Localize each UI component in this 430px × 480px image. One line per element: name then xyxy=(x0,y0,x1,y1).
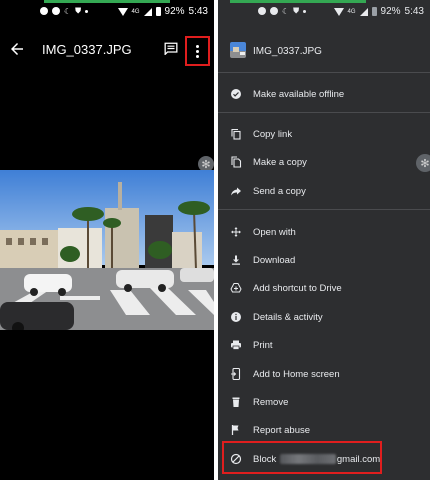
menu-item-send-a-copy[interactable]: Send a copy xyxy=(218,180,430,202)
menu-file-title: IMG_0337.JPG xyxy=(253,46,322,57)
menu-item-label: Open with xyxy=(253,226,296,238)
status-bar: ☾ ⛊ 4G 92% 5:43 xyxy=(0,0,214,20)
wifi-icon xyxy=(333,7,344,16)
menu-item-copy-link[interactable]: Copy link xyxy=(218,123,430,145)
menu-item-label: Add to Home screen xyxy=(253,368,340,380)
photo-viewer-screen: ☾ ⛊ 4G 92% 5:43 IMG_0337.JPG ✻ xyxy=(0,0,214,480)
menu-item-add-shortcut-to-drive[interactable]: Add shortcut to Drive xyxy=(218,277,430,299)
signal-icon xyxy=(359,7,368,16)
signal-icon xyxy=(143,7,152,16)
battery-icon xyxy=(155,7,161,16)
add-shortcut-icon xyxy=(230,283,242,293)
viewer-toolbar: IMG_0337.JPG xyxy=(0,36,214,66)
clock: 5:43 xyxy=(188,6,208,17)
battery-icon xyxy=(371,7,377,16)
menu-item-label: Make a copy xyxy=(253,156,307,168)
clock: 5:43 xyxy=(404,6,424,17)
menu-item-print[interactable]: Print xyxy=(218,334,430,356)
menu-item-add-to-home-screen[interactable]: Add to Home screen xyxy=(218,363,430,385)
menu-item-details-activity[interactable]: Details & activity xyxy=(218,306,430,328)
comment-icon[interactable] xyxy=(164,42,178,55)
menu-item-make-a-copy[interactable]: Make a copy xyxy=(218,151,430,173)
menu-item-label: Remove xyxy=(253,396,289,408)
battery-percent: 92% xyxy=(380,6,401,17)
menu-header: IMG_0337.JPG xyxy=(218,36,430,68)
menu-divider xyxy=(218,112,430,113)
spotify-icon xyxy=(270,7,278,15)
open-with-icon xyxy=(231,227,241,237)
file-thumbnail xyxy=(230,42,246,58)
menu-item-label: Details & activity xyxy=(253,311,323,323)
download-icon xyxy=(232,255,240,265)
notification-dot-icon xyxy=(303,9,307,13)
battery-percent: 92% xyxy=(164,6,185,17)
menu-item-label: Add shortcut to Drive xyxy=(253,282,342,294)
menu-item-label: Print xyxy=(253,339,273,351)
block-highlight-box xyxy=(222,441,382,474)
network-type: 4G xyxy=(131,8,140,15)
more-vert-icon xyxy=(196,44,199,58)
shield-icon: ⛊ xyxy=(293,6,300,15)
menu-item-download[interactable]: Download xyxy=(218,249,430,271)
share-arrow-icon xyxy=(231,187,241,196)
notification-dot-icon xyxy=(85,9,89,13)
wifi-icon xyxy=(117,7,128,16)
spotify-icon xyxy=(52,7,60,15)
moon-icon: ☾ xyxy=(282,6,290,16)
menu-item-report-abuse[interactable]: Report abuse xyxy=(218,419,430,441)
copy-link-icon xyxy=(231,128,241,140)
whatsapp-icon xyxy=(258,7,266,15)
file-title: IMG_0337.JPG xyxy=(42,42,132,57)
make-copy-icon xyxy=(231,156,242,168)
network-type: 4G xyxy=(347,8,356,15)
moon-icon: ☾ xyxy=(64,6,72,16)
status-bar: ☾ ⛊ 4G 92% 5:43 xyxy=(218,0,430,20)
back-arrow-icon[interactable] xyxy=(8,40,26,58)
info-icon xyxy=(231,312,241,322)
menu-item-label: Report abuse xyxy=(253,424,311,436)
menu-item-label: Download xyxy=(253,254,296,266)
menu-item-label: Send a copy xyxy=(253,185,306,197)
print-icon xyxy=(231,340,241,350)
whatsapp-icon xyxy=(40,7,48,15)
menu-divider xyxy=(218,72,430,73)
overflow-menu-screen: ☾ ⛊ 4G 92% 5:43 IMG_0337.JPG Make availa… xyxy=(218,0,430,480)
add-home-screen-icon xyxy=(231,368,241,380)
photo-image xyxy=(0,170,214,330)
menu-item-make-available-offline[interactable]: Make available offline xyxy=(218,83,430,105)
menu-item-label: Copy link xyxy=(253,128,293,140)
more-options-button[interactable] xyxy=(185,36,210,66)
menu-item-open-with[interactable]: Open with xyxy=(218,221,430,243)
trash-icon xyxy=(232,397,240,407)
menu-divider xyxy=(218,209,430,210)
report-flag-icon xyxy=(231,425,239,435)
menu-item-remove[interactable]: Remove xyxy=(218,391,430,413)
shield-icon: ⛊ xyxy=(75,6,82,15)
offline-check-icon xyxy=(231,89,241,99)
menu-item-label: Make available offline xyxy=(253,88,345,100)
pinwheel-icon[interactable]: ✻ xyxy=(416,154,430,172)
